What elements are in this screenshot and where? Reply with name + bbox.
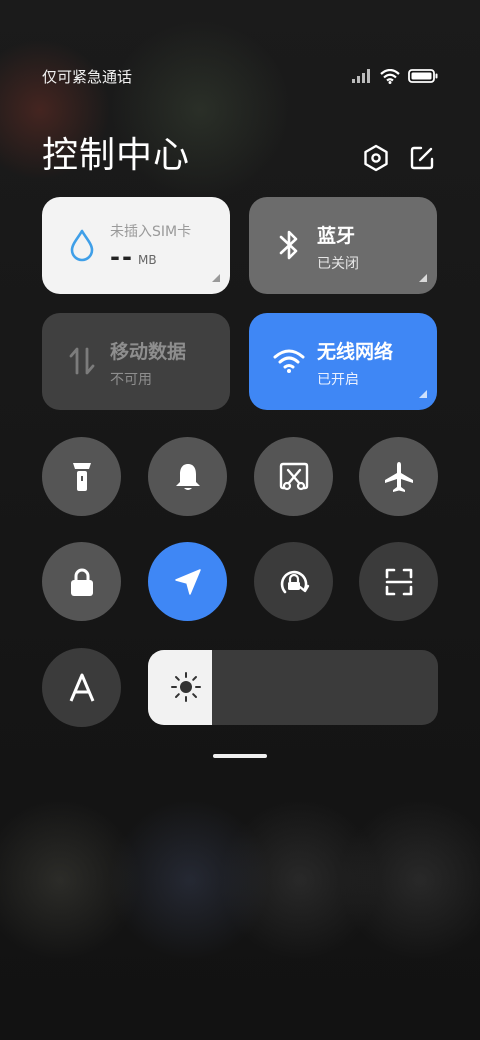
bluetooth-title: 蓝牙	[317, 225, 356, 247]
lock-icon	[70, 568, 93, 596]
edit-icon	[410, 146, 434, 170]
expand-corner-icon	[212, 274, 220, 282]
mobile-data-status: 不可用	[110, 372, 152, 388]
reading-mode-toggle[interactable]	[42, 648, 121, 727]
wifi-icon	[380, 68, 400, 84]
scan-icon	[385, 568, 412, 595]
rotation-lock-icon	[280, 570, 309, 593]
airplane-icon	[384, 461, 413, 492]
font-a-icon	[69, 673, 94, 702]
mobile-data-tile[interactable]: 移动数据 不可用	[42, 313, 230, 410]
expand-corner-icon	[419, 274, 427, 282]
page-title: 控制中心	[42, 135, 191, 176]
carrier-status-text: 仅可紧急通话	[42, 67, 133, 86]
location-toggle[interactable]	[148, 542, 227, 621]
wifi-tile[interactable]: 无线网络 已开启	[249, 313, 437, 410]
edit-button[interactable]	[406, 142, 438, 174]
home-indicator[interactable]	[213, 754, 267, 758]
signal-icon	[352, 69, 370, 83]
scanner-toggle[interactable]	[359, 542, 438, 621]
bluetooth-status: 已关闭	[317, 256, 359, 272]
status-icons	[352, 68, 438, 84]
bluetooth-icon	[271, 227, 307, 263]
airplane-toggle[interactable]	[359, 437, 438, 516]
flashlight-toggle[interactable]	[42, 437, 121, 516]
expand-corner-icon	[419, 390, 427, 398]
screenshot-toggle[interactable]	[254, 437, 333, 516]
hexagon-settings-icon	[364, 144, 388, 172]
settings-button[interactable]	[360, 142, 392, 174]
lock-toggle[interactable]	[42, 542, 121, 621]
status-bar: 仅可紧急通话	[42, 64, 438, 88]
scissors-icon	[279, 462, 308, 490]
water-drop-icon	[64, 227, 100, 263]
bell-icon	[175, 463, 200, 490]
wifi-icon	[271, 343, 307, 379]
rotation-lock-toggle[interactable]	[254, 542, 333, 621]
location-arrow-icon	[174, 568, 201, 595]
sim-status-label: 未插入SIM卡	[110, 224, 192, 240]
data-usage-tile[interactable]: 未插入SIM卡 -- MB	[42, 197, 230, 294]
flashlight-icon	[72, 462, 91, 491]
sun-icon	[171, 672, 201, 702]
mobile-data-title: 移动数据	[110, 341, 187, 363]
battery-icon	[408, 69, 438, 83]
data-arrows-icon	[64, 343, 100, 379]
bluetooth-tile[interactable]: 蓝牙 已关闭	[249, 197, 437, 294]
mute-toggle[interactable]	[148, 437, 227, 516]
wifi-status: 已开启	[317, 372, 359, 388]
data-usage-unit: MB	[138, 253, 157, 267]
wifi-title: 无线网络	[317, 341, 394, 363]
data-usage-value: --	[110, 243, 134, 271]
brightness-slider[interactable]	[148, 650, 438, 725]
